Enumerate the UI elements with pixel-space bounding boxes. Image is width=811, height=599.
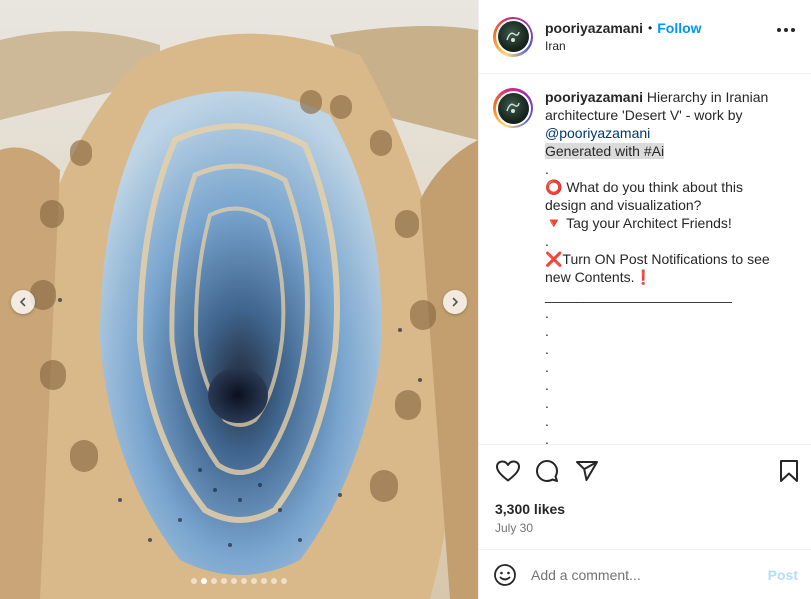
caption-line: 🔻 Tag your Architect Friends! xyxy=(545,215,732,231)
slide-dot xyxy=(191,578,197,584)
slide-indicator xyxy=(0,578,478,584)
slide-dot xyxy=(201,578,207,584)
comment-icon xyxy=(536,460,558,482)
chevron-left-icon xyxy=(20,297,26,307)
like-button[interactable] xyxy=(495,459,521,488)
caption-line: . xyxy=(545,413,549,429)
slide-dot xyxy=(231,578,237,584)
caption-line: ❌Turn ON Post Notifications to see new C… xyxy=(545,251,774,285)
save-button[interactable] xyxy=(778,459,800,488)
caption-area: pooriyazamani Hierarchy in Iranian archi… xyxy=(479,74,811,444)
caption-line: . xyxy=(545,431,549,444)
generated-note: Generated with #Ai xyxy=(545,143,665,159)
slide-dot xyxy=(221,578,227,584)
caption-lines: . ⭕ What do you think about this design a… xyxy=(545,160,777,444)
slide-dot xyxy=(281,578,287,584)
slide-dot xyxy=(241,578,247,584)
caption-line: . xyxy=(545,341,549,357)
action-section: 3,300 likes July 30 xyxy=(479,444,811,549)
chevron-right-icon xyxy=(452,297,458,307)
caption-line: . xyxy=(545,233,549,249)
comment-button[interactable] xyxy=(535,459,559,488)
profile-logo-icon xyxy=(506,31,520,42)
post-image-art xyxy=(0,0,478,599)
mention-link[interactable]: @pooriyazamani xyxy=(545,125,650,141)
slide-dot xyxy=(251,578,257,584)
heart-icon xyxy=(496,460,520,482)
follow-button[interactable]: Follow xyxy=(657,20,701,36)
caption-line: . xyxy=(545,377,549,393)
likes-count[interactable]: 3,300 likes xyxy=(495,501,565,517)
post-image[interactable] xyxy=(0,0,478,599)
caption-text: pooriyazamani Hierarchy in Iranian archi… xyxy=(545,88,777,444)
next-slide-button[interactable] xyxy=(443,290,467,314)
bookmark-icon xyxy=(780,460,798,482)
post-comment-button[interactable]: Post xyxy=(768,567,798,583)
avatar[interactable] xyxy=(493,16,533,57)
comment-bar: Post xyxy=(479,549,811,599)
username-link[interactable]: pooriyazamani xyxy=(545,20,643,36)
separator-dot: • xyxy=(648,21,653,35)
header-text: pooriyazamani • Follow Iran xyxy=(545,20,702,53)
caption-line: . xyxy=(545,323,549,339)
post-panel: pooriyazamani • Follow Iran pooriyazaman… xyxy=(478,0,811,599)
comment-input[interactable] xyxy=(531,566,768,583)
caption-line: . xyxy=(545,395,549,411)
post-date[interactable]: July 30 xyxy=(495,521,533,535)
caption-username[interactable]: pooriyazamani xyxy=(545,89,643,105)
profile-logo-icon xyxy=(506,102,520,113)
share-button[interactable] xyxy=(575,459,599,488)
caption-line: ________________________ xyxy=(545,287,732,303)
share-icon xyxy=(576,461,598,481)
more-options-icon[interactable] xyxy=(777,28,795,32)
emoji-icon[interactable] xyxy=(493,563,517,587)
slide-dot xyxy=(211,578,217,584)
slide-dot xyxy=(271,578,277,584)
caption-line: ⭕ What do you think about this design an… xyxy=(545,179,747,213)
location-link[interactable]: Iran xyxy=(545,39,702,53)
slide-dot xyxy=(261,578,267,584)
post-header: pooriyazamani • Follow Iran xyxy=(479,0,811,74)
action-bar xyxy=(493,459,800,485)
caption-avatar[interactable] xyxy=(493,88,533,128)
previous-slide-button[interactable] xyxy=(11,290,35,314)
caption-line: . xyxy=(545,305,549,321)
caption-line: . xyxy=(545,359,549,375)
caption-line: . xyxy=(545,161,549,177)
